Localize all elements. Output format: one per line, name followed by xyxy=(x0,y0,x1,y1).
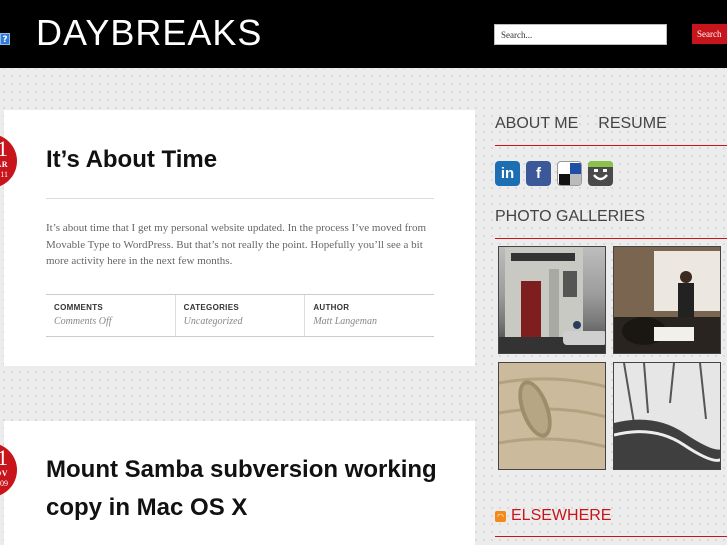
author-link[interactable]: Matt Langeman xyxy=(313,316,434,327)
date-year: 09 xyxy=(0,479,8,488)
comments-link: Comments Off xyxy=(54,316,112,327)
zimbabwe-house-photo[interactable] xyxy=(498,246,606,354)
snowy-creek-photo[interactable] xyxy=(613,362,721,470)
search-input[interactable] xyxy=(494,24,667,45)
site-header: ? DAYBREAKS Search xyxy=(0,0,727,68)
date-day: 1 xyxy=(0,445,8,470)
post-card: 1 OV 09 Mount Samba subversion working c… xyxy=(0,421,475,545)
divider xyxy=(495,536,727,537)
sidebar-nav: ABOUT ME RESUME xyxy=(495,115,683,135)
date-day: 1 xyxy=(0,136,8,161)
smugmug-icon[interactable] xyxy=(588,161,613,186)
classroom-photo[interactable] xyxy=(613,246,721,354)
elsewhere-heading: ELSEWHERE xyxy=(511,507,612,524)
category-link[interactable]: Uncategorized xyxy=(184,316,305,327)
date-badge: 1 OV 09 xyxy=(0,443,17,497)
date-year: 11 xyxy=(0,170,8,179)
sand-footprint-photo[interactable] xyxy=(498,362,606,470)
meta-categories: CATEGORIES Uncategorized xyxy=(174,295,305,336)
divider xyxy=(495,238,727,239)
site-title[interactable]: DAYBREAKS xyxy=(36,12,262,54)
meta-label: CATEGORIES xyxy=(183,303,239,312)
meta-label: AUTHOR xyxy=(313,303,350,312)
rss-icon[interactable]: ◠ xyxy=(495,511,506,522)
post-card: 1 AR 11 It’s About Time It’s about time … xyxy=(0,110,475,366)
nav-resume[interactable]: RESUME xyxy=(598,115,666,132)
search-button[interactable]: Search xyxy=(692,24,727,44)
photo-galleries-heading: PHOTO GALLERIES xyxy=(495,208,645,225)
date-month: OV xyxy=(0,469,8,478)
post-meta: COMMENTS Comments Off CATEGORIES Uncateg… xyxy=(46,294,434,337)
post-excerpt: It’s about time that I get my personal w… xyxy=(46,222,427,267)
linkedin-icon[interactable]: in xyxy=(495,161,520,186)
meta-author: AUTHOR Matt Langeman xyxy=(304,295,434,336)
divider xyxy=(46,198,434,199)
help-icon[interactable]: ? xyxy=(0,33,10,45)
date-badge: 1 AR 11 xyxy=(0,134,17,188)
post-title[interactable]: It’s About Time xyxy=(46,144,217,176)
social-links: in f xyxy=(495,161,613,186)
date-month: AR xyxy=(0,160,8,169)
divider xyxy=(495,145,727,146)
nav-about-me[interactable]: ABOUT ME xyxy=(495,115,578,132)
meta-comments: COMMENTS Comments Off xyxy=(46,295,175,336)
post-title[interactable]: Mount Samba subversion working copy in M… xyxy=(46,451,446,527)
delicious-icon[interactable] xyxy=(557,161,582,186)
meta-label: COMMENTS xyxy=(54,303,104,312)
facebook-icon[interactable]: f xyxy=(526,161,551,186)
